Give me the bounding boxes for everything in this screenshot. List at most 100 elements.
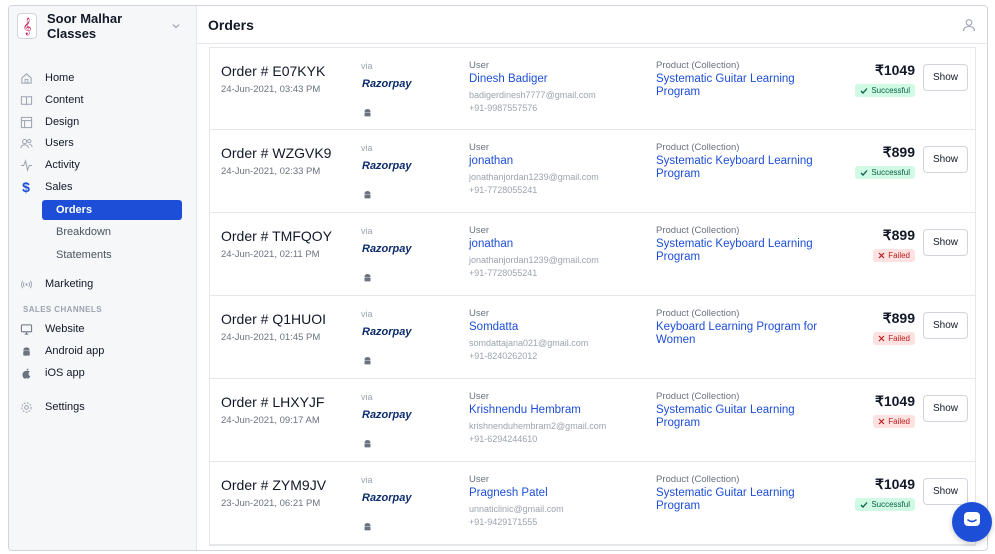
order-row: Order # LHXYJF 24-Jun-2021, 09:17 AM via Ra… [209, 379, 976, 462]
apple-icon [19, 366, 33, 380]
user-label: User [469, 391, 490, 402]
sidebar-item-ios-app[interactable]: iOS app [19, 363, 85, 383]
sidebar-item-website[interactable]: Website [19, 319, 85, 339]
user-name-link[interactable]: Krishnendu Hembram [469, 404, 581, 416]
layout-icon [19, 115, 33, 129]
show-button[interactable]: Show [923, 229, 968, 256]
product-link[interactable]: Systematic Guitar Learning Program [656, 73, 828, 99]
sidebar-item-content[interactable]: Content [19, 90, 84, 110]
product-link[interactable]: Systematic Guitar Learning Program [656, 487, 828, 513]
android-icon [363, 352, 372, 365]
show-button[interactable]: Show [923, 146, 968, 173]
order-date: 24-Jun-2021, 09:17 AM [221, 415, 320, 426]
user-phone: +91-9429171555 [469, 517, 538, 527]
user-label: User [469, 142, 490, 153]
user-icon[interactable] [961, 17, 977, 33]
sidebar-item-marketing[interactable]: Marketing [19, 274, 93, 294]
sidebar-item-android-app[interactable]: Android app [19, 341, 104, 361]
product-link[interactable]: Systematic Guitar Learning Program [656, 404, 828, 430]
product-link[interactable]: Keyboard Learning Program for Women [656, 321, 828, 347]
order-date: 24-Jun-2021, 03:43 PM [221, 84, 321, 95]
order-amount: ₹1049 [874, 62, 915, 78]
user-phone: +91-7728055241 [469, 185, 538, 195]
order-date: 24-Jun-2021, 01:45 PM [221, 332, 321, 343]
via-label: via [361, 309, 373, 319]
user-name-link[interactable]: jonathan [469, 238, 513, 250]
product-link[interactable]: Systematic Keyboard Learning Program [656, 155, 828, 181]
chat-button[interactable] [952, 502, 992, 542]
product-label: Product (Collection) [656, 225, 740, 236]
show-button[interactable]: Show [923, 395, 968, 422]
order-number: Order # WZGVK9 [221, 145, 332, 161]
order-row: Order # E07KYK 24-Jun-2021, 03:43 PM via Ra… [209, 47, 976, 130]
android-icon [363, 435, 372, 448]
status-badge: Failed [873, 249, 915, 262]
close-icon [878, 335, 885, 342]
order-date: 24-Jun-2021, 02:11 PM [221, 249, 320, 260]
order-number: Order # ZYM9JV [221, 477, 327, 493]
status-badge: Successful [855, 84, 915, 97]
sidebar-item-label: Sales [45, 181, 73, 193]
sidebar-item-activity[interactable]: Activity [19, 155, 80, 175]
sidebar-subitem-orders[interactable]: Orders [42, 200, 182, 220]
android-icon [363, 269, 372, 282]
android-icon [363, 186, 372, 199]
user-label: User [469, 225, 490, 236]
sidebar-item-settings[interactable]: Settings [19, 397, 85, 417]
show-button[interactable]: Show [923, 478, 968, 505]
order-row [209, 545, 976, 550]
order-number: Order # LHXYJF [221, 394, 325, 410]
product-link[interactable]: Systematic Keyboard Learning Program [656, 238, 828, 264]
user-name-link[interactable]: jonathan [469, 155, 513, 167]
order-date: 23-Jun-2021, 06:21 PM [221, 498, 321, 509]
status-text: Failed [888, 334, 910, 343]
razorpay-logo: Razorpay [362, 160, 412, 172]
sidebar-item-sales[interactable]: $ Sales [19, 177, 73, 197]
activity-icon [19, 158, 33, 172]
book-icon [19, 93, 33, 107]
user-email: somdattajana021@gmail.com [469, 338, 589, 348]
order-amount: ₹899 [882, 310, 915, 326]
sidebar-item-label: Marketing [45, 278, 94, 290]
order-date: 24-Jun-2021, 02:33 PM [221, 166, 321, 177]
header-bar: Orders [197, 6, 987, 44]
sidebar-subitem-breakdown[interactable]: Breakdown [42, 222, 182, 242]
user-name-link[interactable]: Somdatta [469, 321, 518, 333]
status-badge: Failed [873, 332, 915, 345]
status-badge: Failed [873, 415, 915, 428]
home-icon [19, 71, 33, 85]
via-label: via [361, 143, 373, 153]
page-title: Orders [208, 16, 254, 33]
user-name-link[interactable]: Pragnesh Patel [469, 487, 548, 499]
show-button[interactable]: Show [923, 312, 968, 339]
sidebar-subitem-statements[interactable]: Statements [42, 245, 182, 265]
user-name-link[interactable]: Dinesh Badiger [469, 73, 548, 85]
status-text: Successful [871, 500, 910, 509]
close-icon [878, 252, 885, 259]
sidebar-item-design[interactable]: Design [19, 112, 79, 132]
sidebar-item-users[interactable]: Users [19, 133, 74, 153]
brand-name: Soor Malhar Classes [47, 11, 123, 41]
order-row: Order # WZGVK9 24-Jun-2021, 02:33 PM via Ra… [209, 130, 976, 213]
razorpay-logo: Razorpay [362, 409, 412, 421]
dollar-icon: $ [22, 179, 30, 195]
sidebar-item-label: Content [45, 94, 84, 106]
status-text: Failed [888, 417, 910, 426]
sidebar-item-label: Users [45, 137, 74, 149]
users-icon [19, 136, 33, 150]
status-text: Failed [888, 251, 910, 260]
show-button[interactable]: Show [923, 64, 968, 91]
via-label: via [361, 61, 373, 71]
sidebar: 𝄞 Soor Malhar Classes Home Content Desig… [9, 6, 197, 550]
chevron-down-icon [171, 21, 181, 34]
sidebar-item-home[interactable]: Home [19, 68, 74, 88]
order-number: Order # E07KYK [221, 63, 326, 79]
sidebar-item-label: Settings [45, 401, 85, 413]
android-icon [363, 518, 372, 531]
user-phone: +91-8240262012 [469, 351, 538, 361]
brand-switcher[interactable]: 𝄞 Soor Malhar Classes [9, 6, 197, 46]
check-icon [860, 501, 868, 509]
status-badge: Successful [855, 498, 915, 511]
via-label: via [361, 226, 373, 236]
product-label: Product (Collection) [656, 142, 740, 153]
